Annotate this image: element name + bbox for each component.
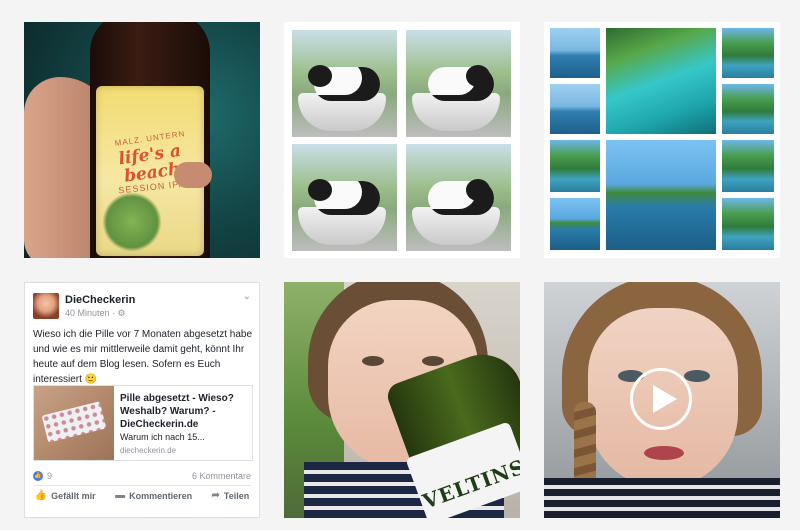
cat-photo	[406, 144, 511, 251]
lake-photo	[550, 28, 600, 78]
like-label: Gefällt mir	[51, 490, 96, 501]
lake-photo	[722, 198, 774, 250]
cat-photo	[292, 144, 397, 251]
likes-count: 9	[47, 471, 53, 481]
play-icon	[653, 385, 677, 413]
divider	[33, 485, 251, 486]
video-selfie-tile[interactable]	[544, 282, 780, 518]
cat-head	[466, 179, 490, 201]
link-domain: diecheckerin.de	[120, 446, 177, 455]
striped-shirt	[544, 478, 780, 518]
play-button[interactable]	[630, 368, 692, 430]
comment-button[interactable]: ▬ Kommentieren	[115, 490, 192, 501]
cat-photo	[292, 30, 397, 137]
cat-head	[466, 65, 490, 87]
lake-photo	[722, 28, 774, 78]
cat-photo	[406, 30, 511, 137]
thumb	[174, 162, 212, 188]
link-title: Pille abgesetzt - Wieso? Weshalb? Warum?…	[120, 393, 234, 430]
share-label: Teilen	[223, 490, 250, 501]
facebook-post-card[interactable]: DieCheckerin 40 Minuten · ⚙ ⌄ Wieso ich …	[24, 282, 260, 518]
post-text: Wieso ich die Pille vor 7 Monaten abgese…	[33, 329, 253, 385]
thumbs-up-icon: 👍	[34, 490, 48, 501]
lake-photo	[606, 28, 716, 134]
avatar[interactable]	[33, 293, 59, 319]
post-actions: 👍 Gefällt mir ▬ Kommentieren ➦ Teilen	[25, 490, 259, 501]
lake-photo	[550, 84, 600, 134]
eye	[422, 356, 444, 366]
lake-photo	[550, 198, 600, 250]
cat-head	[308, 179, 332, 201]
pill-blister-image	[41, 401, 107, 443]
lake-collage-tile[interactable]	[544, 22, 780, 258]
comment-icon: ▬	[115, 490, 126, 501]
cat-collage-tile[interactable]	[284, 22, 520, 258]
share-button[interactable]: ➦ Teilen	[212, 490, 250, 501]
link-preview-image	[34, 386, 114, 460]
palm-illustration	[102, 192, 162, 252]
lake-photo	[550, 140, 600, 192]
like-reaction-icon: 👍	[33, 471, 43, 481]
post-meta: 40 Minuten · ⚙	[65, 308, 126, 319]
reactions-summary[interactable]: 👍 9	[33, 471, 52, 481]
link-description: Warum ich nach 15...	[120, 432, 205, 442]
eye	[684, 370, 710, 382]
post-author[interactable]: DieCheckerin	[65, 294, 135, 306]
link-preview[interactable]: Pille abgesetzt - Wieso? Weshalb? Warum?…	[33, 385, 253, 461]
share-icon: ➦	[211, 490, 220, 501]
globe-icon: ⚙	[117, 308, 126, 318]
comments-count[interactable]: 6 Kommentare	[192, 471, 251, 481]
cat-head	[308, 65, 332, 87]
lips	[644, 446, 684, 460]
like-button[interactable]: 👍 Gefällt mir	[35, 490, 96, 501]
beer-photo-tile[interactable]: MALZ. UNTERN life's a beach SESSION IPA	[24, 22, 260, 258]
lake-photo	[722, 140, 774, 192]
eye	[362, 356, 384, 366]
lake-photo	[722, 84, 774, 134]
selfie-bottle-tile[interactable]: VELTINS	[284, 282, 520, 518]
chevron-down-icon[interactable]: ⌄	[243, 291, 251, 302]
comment-label: Kommentieren	[129, 490, 193, 501]
lake-photo	[606, 140, 716, 250]
post-time[interactable]: 40 Minuten	[65, 308, 110, 318]
